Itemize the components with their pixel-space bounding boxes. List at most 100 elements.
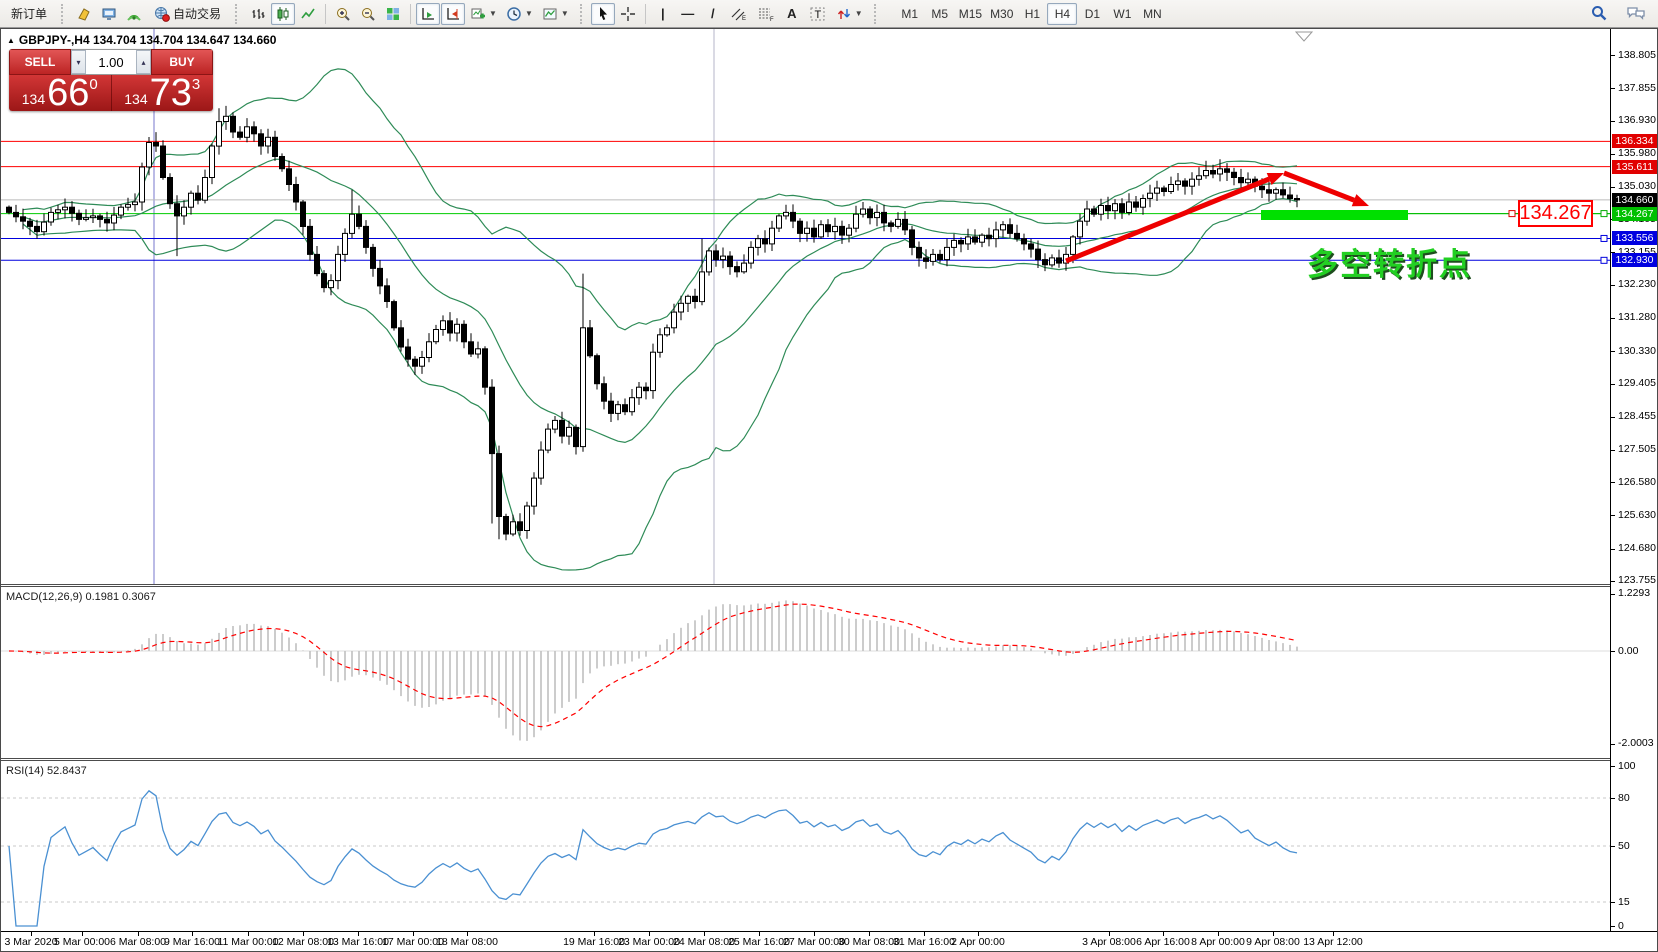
macd-signal-line (9, 604, 1297, 727)
timeframe-button-M1[interactable]: M1 (895, 3, 925, 25)
rsi-label: RSI(14) 52.8437 (6, 765, 87, 777)
cursor-button[interactable] (591, 3, 615, 25)
time-label: 5 Mar 00:00 (54, 936, 110, 948)
support-zone-bar (1261, 210, 1408, 220)
timeframe-button-H1[interactable]: H1 (1017, 3, 1047, 25)
time-label: 3 Apr 08:00 (1082, 936, 1136, 948)
candlestick-icon (275, 6, 291, 22)
toolbar-grip (61, 4, 67, 24)
main-chart-pane[interactable] (1, 29, 1610, 584)
scale-tick (1611, 450, 1615, 451)
templates-button[interactable]: ▼ (538, 3, 573, 25)
timeframe-group: M1M5M15M30H1H4D1W1MN (895, 3, 1168, 25)
chevron-down-icon: ▼ (561, 9, 569, 18)
trendline-button[interactable]: / (701, 3, 725, 25)
price-scale-label: 138.805 (1618, 49, 1656, 61)
scale-tick (1611, 482, 1615, 483)
scale-tick (1611, 384, 1615, 385)
vertical-line-button[interactable]: | (651, 3, 675, 25)
mt4-terminal: 新订单 自动交易 ▼ ▼ ▼ | — / E F A T ▼ (0, 0, 1658, 952)
text-icon: A (787, 6, 796, 21)
macd-pane[interactable] (1, 587, 1610, 758)
candlestick-chart-button[interactable] (271, 3, 295, 25)
time-label: 9 Mar 16:00 (164, 936, 220, 948)
zoom-in-button[interactable] (331, 3, 355, 25)
pivot-annotation[interactable]: 多空转折点 (1307, 239, 1472, 284)
fibonacci-button[interactable]: F (753, 3, 779, 25)
sell-price-display[interactable]: 134660 (9, 75, 111, 111)
caret-up-icon: ▴ (141, 58, 145, 67)
arrows-button[interactable]: ▼ (832, 3, 867, 25)
tile-windows-button[interactable] (381, 3, 405, 25)
scale-tick (1611, 926, 1615, 927)
time-label: 11 Mar 00:00 (217, 936, 278, 948)
timeframe-button-W1[interactable]: W1 (1107, 3, 1137, 25)
scale-tick (1611, 351, 1615, 352)
time-label: 13 Apr 12:00 (1303, 936, 1363, 948)
scale-tick (1611, 121, 1615, 122)
bollinger-lower (23, 199, 1297, 570)
line-chart-icon (300, 6, 316, 22)
signal-icon (126, 6, 142, 22)
scale-tick (1611, 766, 1615, 767)
anchor-handle (1601, 235, 1607, 241)
timeframe-button-M30[interactable]: M30 (986, 3, 1017, 25)
price-scale-label: 123.755 (1618, 574, 1656, 586)
time-axis[interactable]: 3 Mar 20205 Mar 00:006 Mar 08:009 Mar 16… (1, 931, 1657, 951)
trend-arrow (1066, 179, 1269, 261)
line-chart-button[interactable] (296, 3, 320, 25)
price-line-label: 133.556 (1612, 231, 1657, 245)
chat-button[interactable] (1622, 2, 1650, 24)
rsi-pane[interactable] (1, 761, 1610, 931)
metaeditor-button[interactable] (72, 3, 96, 25)
equidistant-channel-button[interactable]: E (726, 3, 752, 25)
auto-scroll-button[interactable] (416, 3, 440, 25)
autotrading-button[interactable]: 自动交易 (147, 3, 228, 25)
time-label: 17 Mar 00:00 (382, 936, 444, 948)
volume-decrease-button[interactable]: ▾ (71, 50, 86, 74)
price-line-label: 132.930 (1612, 253, 1657, 267)
timeframe-button-M5[interactable]: M5 (925, 3, 955, 25)
scale-tick (1611, 902, 1615, 903)
sell-price-big: 66 (47, 75, 89, 111)
crosshair-button[interactable] (616, 3, 640, 25)
crosshair-icon (620, 6, 636, 22)
auto-scroll-icon (420, 6, 436, 22)
scale-tick (1611, 417, 1615, 418)
channel-icon: E (730, 6, 748, 22)
rsi-scale-label: 80 (1618, 792, 1630, 804)
scale-tick (1611, 549, 1615, 550)
search-button[interactable] (1586, 2, 1612, 24)
volume-input[interactable] (86, 50, 136, 74)
new-order-button[interactable]: 新订单 (4, 3, 54, 25)
price-scale-label: 135.980 (1618, 147, 1656, 159)
price-tag-box[interactable]: 134.267 (1518, 200, 1593, 227)
time-label: 18 Mar 08:00 (436, 936, 498, 948)
new-chart-button[interactable]: ▼ (466, 3, 501, 25)
collapse-triangle-icon[interactable]: ▲ (7, 36, 15, 45)
macd-histogram (9, 600, 1297, 741)
timeframe-button-D1[interactable]: D1 (1077, 3, 1107, 25)
chart-shift-button[interactable] (441, 3, 465, 25)
periods-button[interactable]: ▼ (502, 3, 537, 25)
timeframe-button-MN[interactable]: MN (1137, 3, 1167, 25)
volume-increase-button[interactable]: ▴ (136, 50, 151, 74)
signals-button[interactable] (122, 3, 146, 25)
buy-price-display[interactable]: 134733 (111, 75, 214, 111)
time-label: 19 Mar 16:00 (563, 936, 625, 948)
horizontal-line-button[interactable]: — (676, 3, 700, 25)
rsi-scale-label: 100 (1618, 760, 1636, 772)
text-button[interactable]: A (780, 3, 804, 25)
one-click-trading-panel: SELL ▾ ▴ BUY 134660 134733 (9, 49, 213, 111)
chevron-down-icon: ▼ (855, 9, 863, 18)
zoom-out-button[interactable] (356, 3, 380, 25)
price-scale[interactable]: 138.805137.855136.930135.980135.030134.1… (1610, 29, 1657, 931)
time-label: 3 Mar 2020 (4, 936, 57, 948)
timeframe-button-H4[interactable]: H4 (1047, 3, 1077, 25)
market-watch-button[interactable] (97, 3, 121, 25)
timeframe-button-M15[interactable]: M15 (955, 3, 986, 25)
text-label-button[interactable]: T (805, 3, 831, 25)
new-chart-icon (470, 6, 486, 22)
bar-chart-button[interactable] (246, 3, 270, 25)
template-icon (542, 6, 558, 22)
